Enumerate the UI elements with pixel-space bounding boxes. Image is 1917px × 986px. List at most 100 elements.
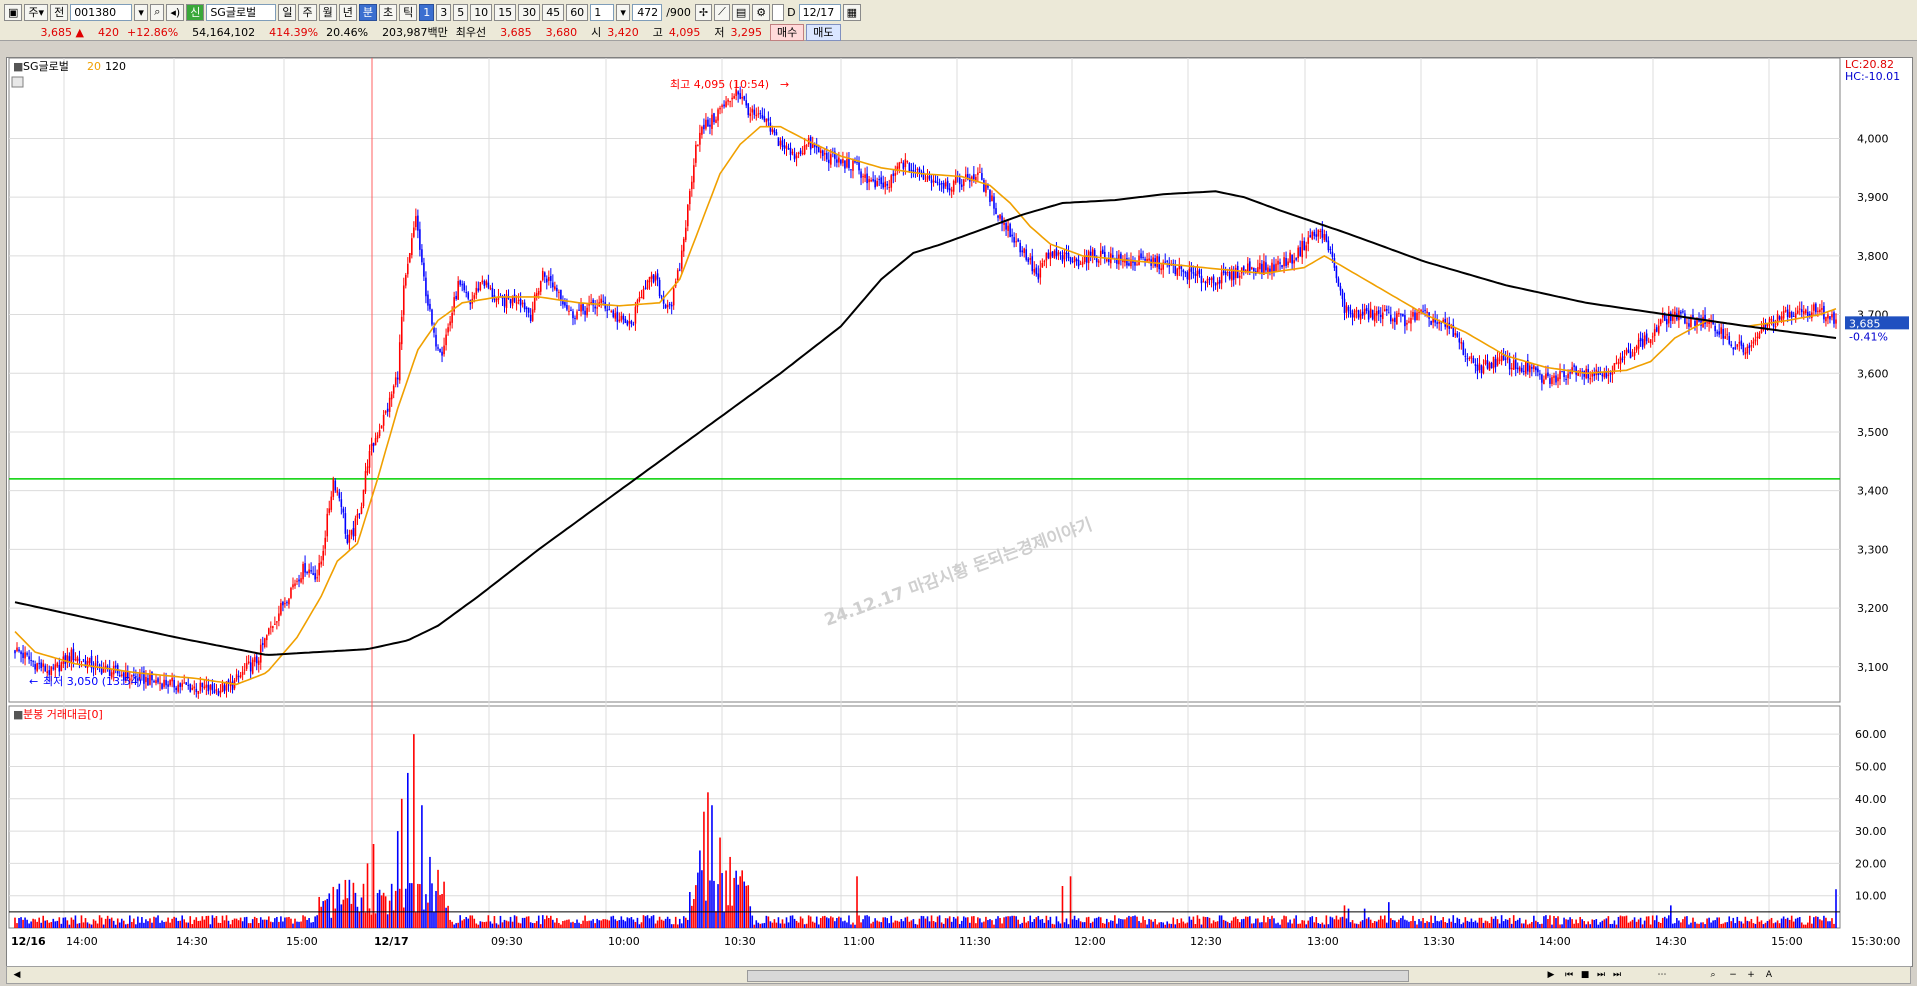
volume-bar xyxy=(1375,921,1378,928)
candle-body xyxy=(1198,269,1201,275)
candle-body xyxy=(1055,248,1058,257)
chart-area[interactable]: 3,100 3,200 3,300 3,400 3,500 3,600 3,700 3,800… xyxy=(6,57,1913,967)
candle-body xyxy=(485,281,488,285)
period-month[interactable]: 월 xyxy=(318,3,337,21)
period-tick[interactable]: 틱 xyxy=(399,3,418,21)
candle-body xyxy=(235,674,238,680)
chart-scrollbar[interactable]: ◀ ▶ ⏮ ■ ⏭ ⏭ ⋯ ⌕ − + A xyxy=(6,966,1911,984)
minute-10[interactable]: 10 xyxy=(470,3,493,21)
line-draw-icon[interactable]: ⟋ xyxy=(714,3,730,21)
minute-30[interactable]: 30 xyxy=(518,3,541,21)
scroll-right-icon[interactable]: ▶ xyxy=(1545,969,1557,981)
stop-icon[interactable]: ■ xyxy=(1579,969,1591,981)
minute-15[interactable]: 15 xyxy=(494,3,517,21)
stock-name-field[interactable]: SG글로벌 xyxy=(206,3,277,21)
candle-body xyxy=(697,145,699,147)
volume-bar xyxy=(1218,915,1221,928)
volume-bar xyxy=(823,915,826,928)
volume-bar xyxy=(513,915,516,928)
volume-bar xyxy=(1371,922,1374,928)
date-input[interactable]: 12/17 xyxy=(798,3,841,21)
volume-bar xyxy=(759,923,762,928)
candle-body xyxy=(296,580,298,582)
candle-body xyxy=(1621,358,1624,361)
period-second[interactable]: 초 xyxy=(378,3,398,21)
volume-bar xyxy=(497,924,500,928)
crosshair-icon[interactable]: ✢ xyxy=(694,3,713,21)
volume-bar xyxy=(1502,921,1505,928)
volume-bar xyxy=(1585,924,1588,928)
zoom-icon[interactable]: ⌕ xyxy=(1707,969,1719,981)
end-icon[interactable]: ⏭ xyxy=(1611,969,1623,981)
volume-bar xyxy=(50,922,53,928)
minute-45[interactable]: 45 xyxy=(542,3,565,21)
gear-icon[interactable]: ⚙ xyxy=(752,3,771,21)
multiplier-input[interactable]: 1 xyxy=(590,3,615,21)
font-size-icon[interactable]: A xyxy=(1763,969,1775,981)
candle-body xyxy=(1831,314,1833,318)
period-minute[interactable]: 분 xyxy=(358,3,377,21)
stock-name: SG글로벌 xyxy=(210,6,257,19)
volume-bar xyxy=(1041,918,1044,928)
candle-body xyxy=(1093,249,1096,257)
volume-bar xyxy=(419,884,421,928)
scroll-left-icon[interactable]: ◀ xyxy=(11,969,23,981)
candle-body xyxy=(348,534,351,543)
zoom-in-icon[interactable]: + xyxy=(1745,969,1757,981)
volume-bar xyxy=(1307,920,1310,928)
save-icon[interactable]: ▤ xyxy=(731,3,751,21)
candle-body xyxy=(1512,360,1515,370)
period-year[interactable]: 년 xyxy=(338,3,357,21)
candle-body xyxy=(425,277,427,297)
period-dots-icon[interactable]: ⋯ xyxy=(1647,969,1677,981)
period-day[interactable]: 일 xyxy=(278,3,297,21)
minute-60[interactable]: 60 xyxy=(566,3,589,21)
volume-bar xyxy=(1516,919,1519,928)
window-icon[interactable]: ▣ xyxy=(4,3,23,21)
speaker-icon[interactable]: ◂) xyxy=(166,3,185,21)
volume-bar xyxy=(24,917,26,928)
volume-bar xyxy=(1182,921,1185,928)
candle-body xyxy=(745,100,748,106)
volume-bar xyxy=(1067,924,1070,928)
period-week[interactable]: 주 xyxy=(298,3,317,21)
candle-body xyxy=(936,182,939,184)
zoom-out-icon[interactable]: − xyxy=(1727,969,1739,981)
minute-3[interactable]: 3 xyxy=(436,3,452,21)
candle-body xyxy=(336,490,339,493)
candle-body xyxy=(1458,338,1461,343)
forward-icon[interactable]: ⏭ xyxy=(1595,969,1607,981)
search-icon[interactable]: ⌕ xyxy=(150,3,165,21)
volume-bar xyxy=(1504,919,1507,928)
volume-bar xyxy=(888,923,891,928)
candle-body xyxy=(1043,261,1046,263)
volume-bar xyxy=(914,923,917,928)
volume-bar xyxy=(1178,923,1181,928)
open-label: 시 xyxy=(591,26,602,39)
sell-button[interactable]: 매도 xyxy=(806,23,841,41)
candle-body xyxy=(1371,310,1374,320)
rewind-icon[interactable]: ⏮ xyxy=(1563,969,1575,981)
volume-bar xyxy=(44,920,47,928)
code-input[interactable]: 001380 xyxy=(70,3,133,21)
candle-body xyxy=(880,177,882,184)
volume-bar xyxy=(1768,919,1771,928)
calendar-icon[interactable]: ▦ xyxy=(842,3,861,21)
candle-body xyxy=(689,191,691,205)
volume-bar xyxy=(350,903,353,928)
count-input[interactable]: 472 xyxy=(632,3,663,21)
scroll-thumb[interactable] xyxy=(747,970,1409,982)
table-toggle-icon[interactable] xyxy=(11,76,24,88)
minute-1[interactable]: 1 xyxy=(419,3,435,21)
market-select[interactable]: 전 xyxy=(50,3,69,21)
multiplier-dropdown-icon[interactable]: ▾ xyxy=(616,3,631,21)
mode-select[interactable]: 주 ▾ xyxy=(24,3,49,21)
minute-5[interactable]: 5 xyxy=(453,3,469,21)
buy-button[interactable]: 매수 xyxy=(770,23,805,41)
volume-bar xyxy=(1661,917,1664,928)
volume-bar xyxy=(1591,919,1594,928)
d-checkbox[interactable] xyxy=(772,3,785,21)
volume-bar xyxy=(870,923,872,928)
code-dropdown-icon[interactable]: ▾ xyxy=(134,3,149,21)
stock-chart-svg[interactable]: 3,1003,2003,3003,4003,5003,6003,7003,800… xyxy=(7,58,1912,966)
